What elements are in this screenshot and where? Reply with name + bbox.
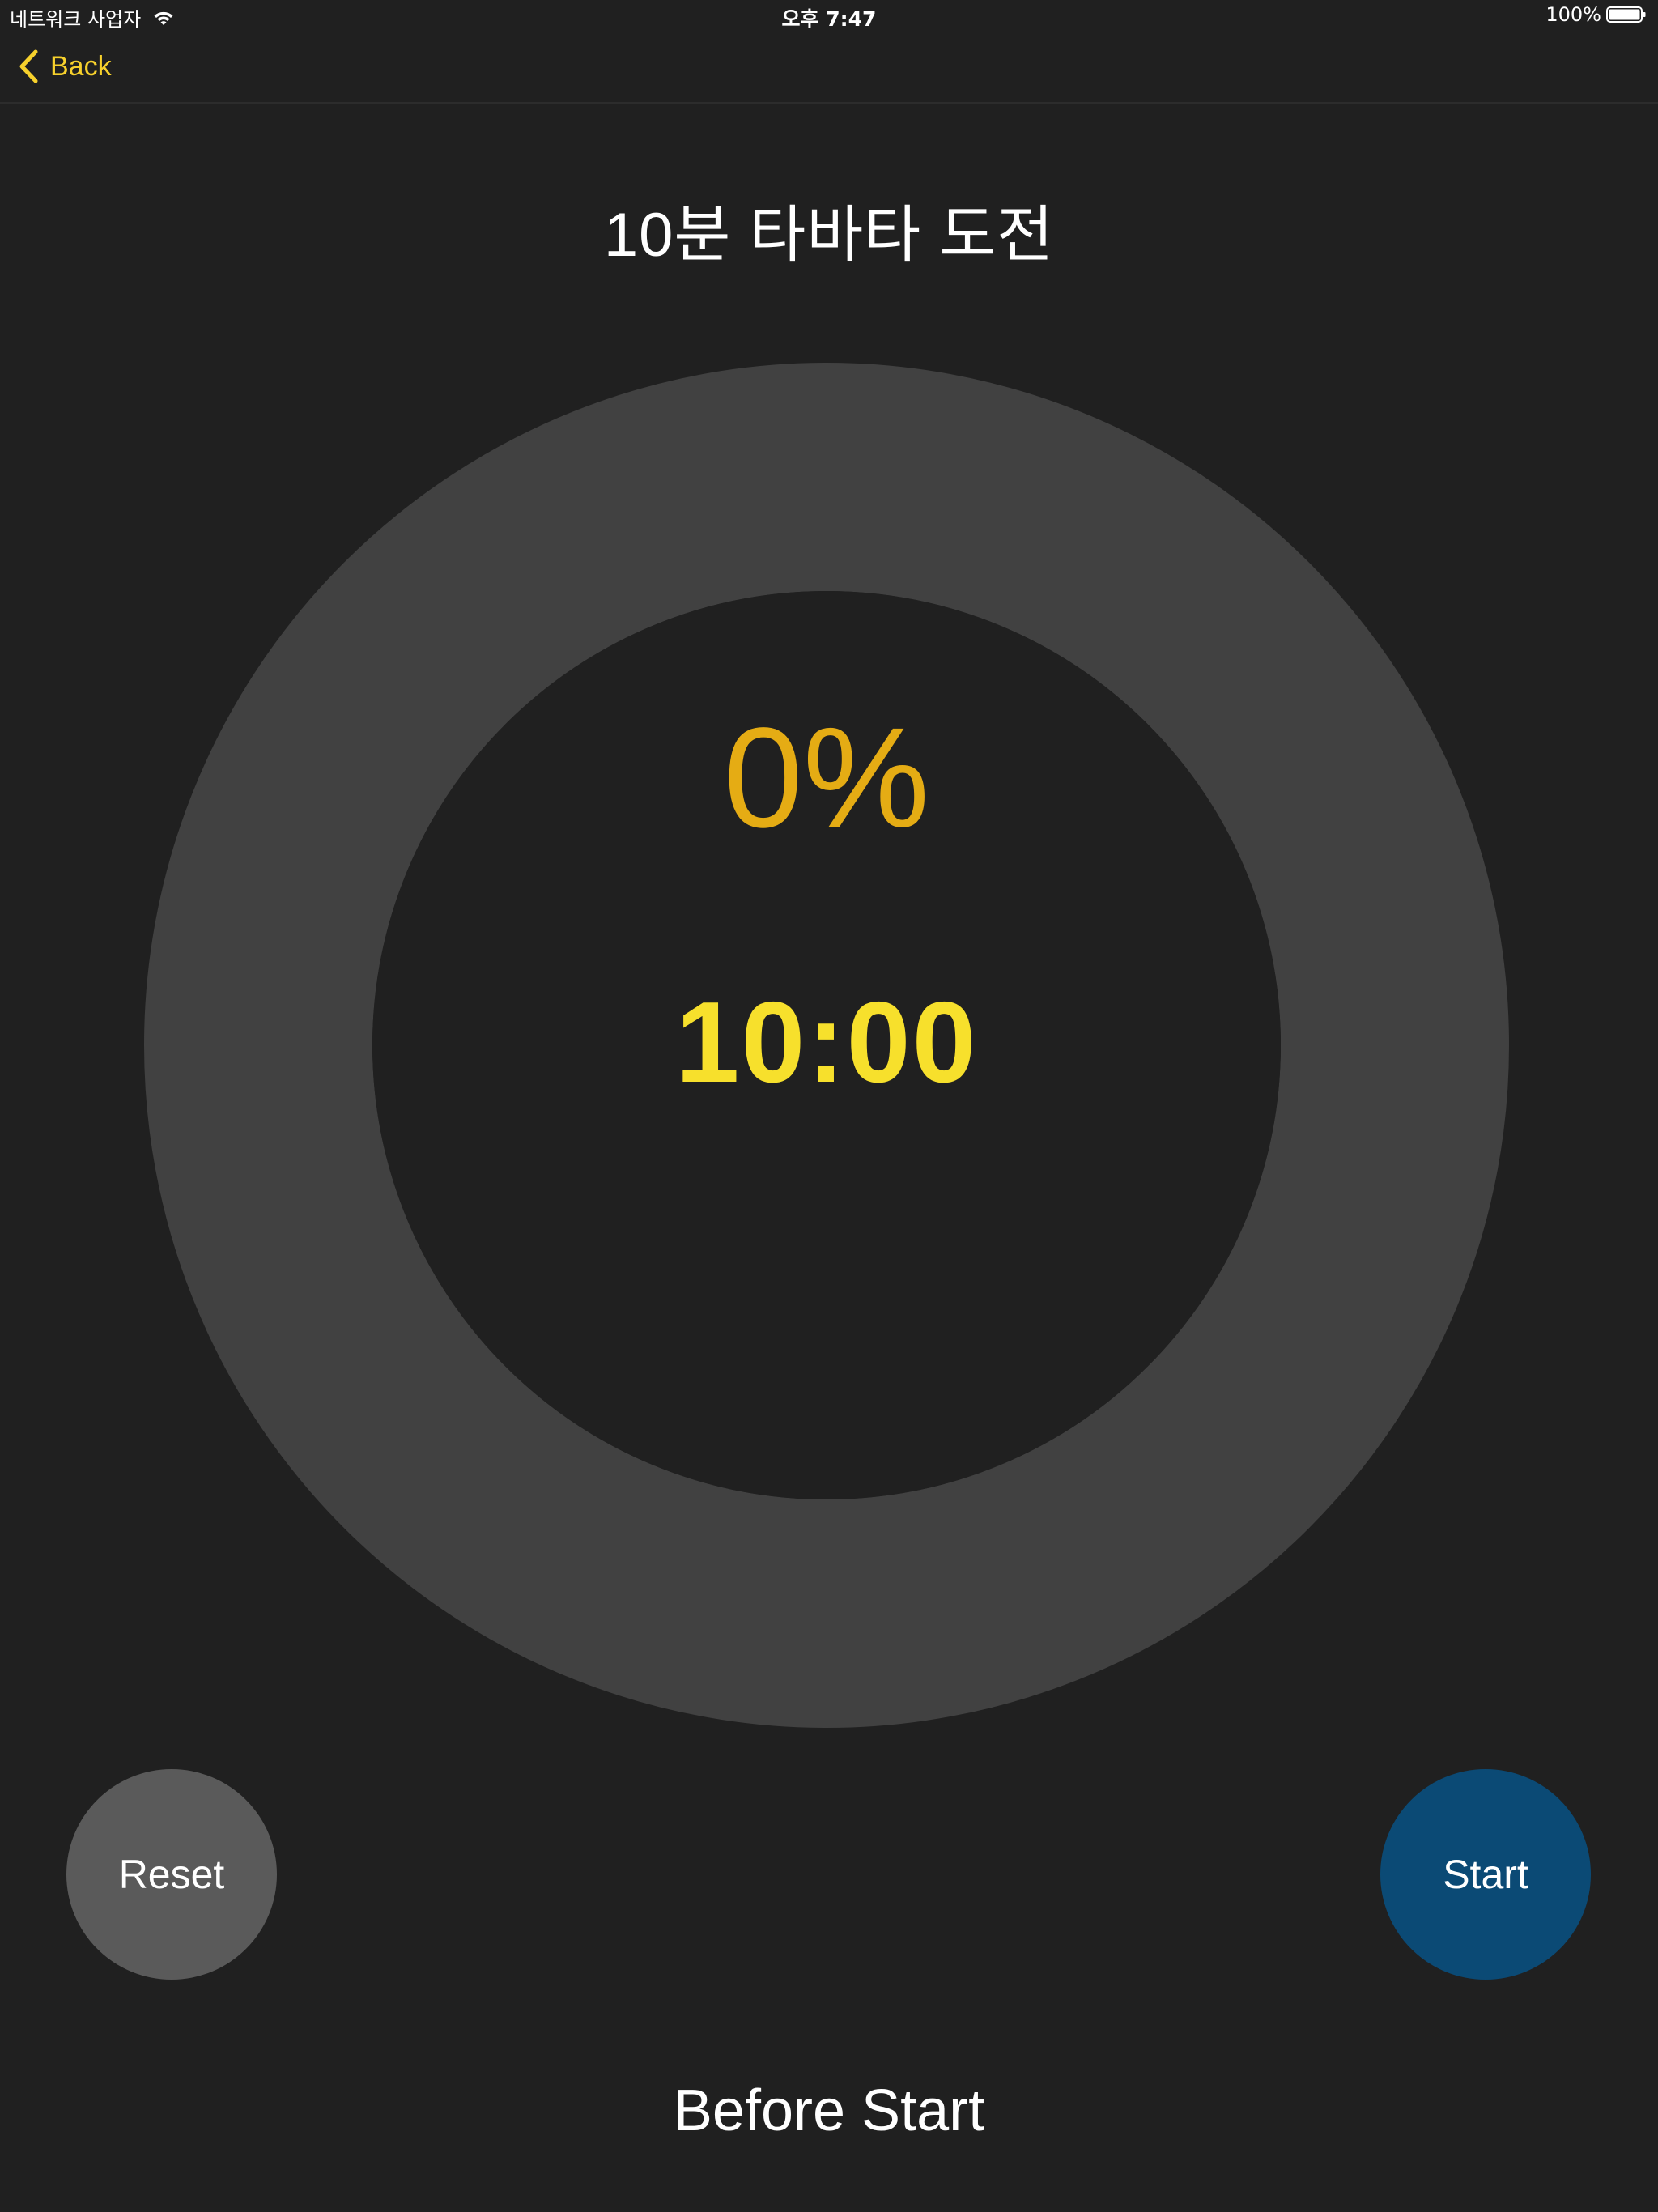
chevron-left-icon [19,49,38,83]
timer-state-text: Before Start [673,2078,985,2143]
page-title: 10분 타바타 도전 [603,201,1055,270]
battery-percent: 100% [1545,3,1601,26]
reset-label: Reset [118,1852,225,1897]
progress-ring [144,363,1509,1728]
back-label: Back [50,50,112,82]
status-bar: 네트워크 사업자 오후 7:47 100% [0,0,1658,32]
back-button[interactable]: Back [18,49,112,84]
nav-bar: Back [0,32,1658,104]
battery-icon [1606,6,1646,23]
ring-inner [372,591,1281,1499]
status-right: 100% [1545,3,1647,26]
start-label: Start [1443,1852,1528,1897]
start-button[interactable]: Start [1380,1769,1591,1980]
reset-button[interactable]: Reset [66,1769,277,1980]
status-time: 오후 7:47 [781,7,877,31]
